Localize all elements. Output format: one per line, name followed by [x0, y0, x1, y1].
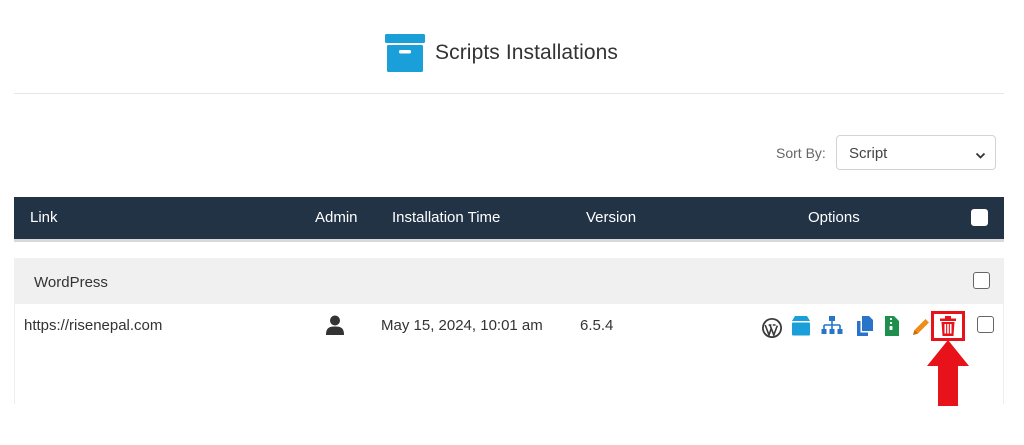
wordpress-icon[interactable] [761, 317, 783, 339]
table-row: https://risenepal.com May 15, 2024, 10:0… [14, 304, 1004, 404]
user-icon[interactable] [326, 315, 344, 335]
column-header-installation-time[interactable]: Installation Time [392, 209, 500, 226]
group-select-checkbox[interactable] [973, 272, 990, 289]
archive-box-icon [385, 34, 425, 72]
sort-by-label: Sort By: [776, 145, 826, 161]
row-select-checkbox[interactable] [977, 316, 994, 333]
backup-box-icon[interactable] [790, 315, 812, 337]
installation-link[interactable]: https://risenepal.com [24, 317, 162, 334]
table-header-underline [14, 239, 1004, 242]
edit-pencil-icon[interactable] [910, 316, 932, 338]
chevron-down-icon [975, 148, 986, 159]
column-header-link[interactable]: Link [30, 209, 58, 226]
header-divider [14, 93, 1004, 94]
column-header-version[interactable]: Version [586, 209, 636, 226]
page-header: Scripts Installations [0, 34, 1024, 74]
group-row-wordpress: WordPress [14, 258, 1004, 304]
sort-by-value: Script [849, 145, 888, 162]
clone-icon[interactable] [853, 315, 875, 337]
group-label: WordPress [34, 274, 108, 291]
table-header: Link Admin Installation Time Version Opt… [14, 197, 1004, 239]
arrow-up-icon [927, 340, 969, 406]
zip-file-icon[interactable] [881, 315, 903, 337]
select-all-checkbox[interactable] [971, 209, 988, 226]
installation-version: 6.5.4 [580, 317, 614, 334]
column-header-admin[interactable]: Admin [315, 209, 358, 226]
installation-time: May 15, 2024, 10:01 am [381, 317, 543, 334]
sitemap-icon[interactable] [821, 315, 843, 337]
column-header-options: Options [808, 209, 860, 226]
page-title: Scripts Installations [435, 41, 619, 64]
sort-by-select[interactable]: Script [836, 135, 996, 170]
delete-highlight-box [931, 311, 965, 341]
scripts-installations-page: Scripts Installations Sort By: Script Li… [0, 0, 1024, 445]
